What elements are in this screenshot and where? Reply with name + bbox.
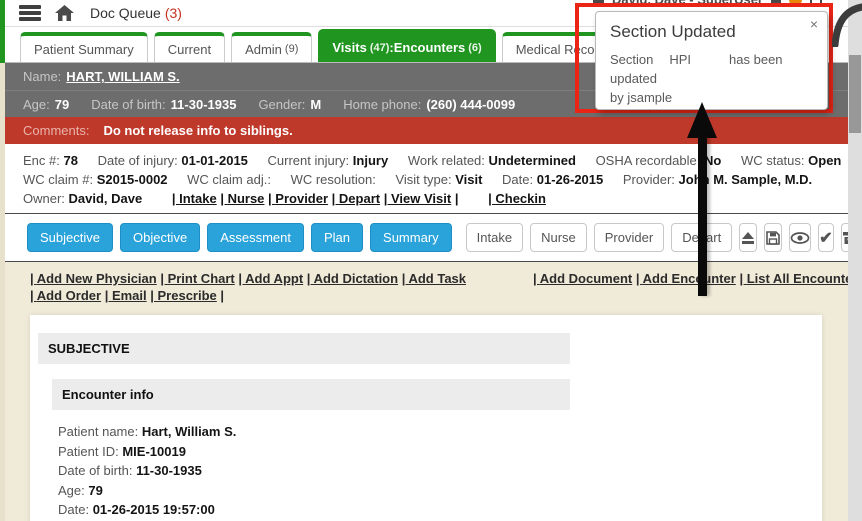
intake-button[interactable]: Intake	[466, 223, 523, 252]
encounter-row-3: Owner: David, Dave Intake Nurse Provider…	[23, 189, 848, 208]
field-patient-name: Patient name: Hart, William S.	[58, 422, 822, 442]
field-date: Date: 01-26-2015 19:57:00	[58, 500, 822, 520]
patient-name-link[interactable]: HART, WILLIAM S.	[66, 69, 179, 84]
close-icon[interactable]: ×	[810, 17, 818, 31]
checkin-link[interactable]: Checkin	[488, 191, 546, 206]
assessment-button[interactable]: Assessment	[207, 223, 304, 252]
view-visit-link[interactable]: View Visit	[384, 191, 451, 206]
tab-visits-encounters[interactable]: Visits(47):Encounters(6)	[318, 29, 495, 62]
plan-button[interactable]: Plan	[311, 223, 363, 252]
note-toolbar: Subjective Objective Assessment Plan Sum…	[5, 214, 848, 262]
annotation-arrow-shaft	[698, 136, 707, 296]
age-label: Age:	[23, 97, 50, 112]
comments-label: Comments:	[23, 123, 89, 138]
gender-label: Gender:	[258, 97, 305, 112]
left-accent-strip-bottom	[0, 63, 5, 521]
email-link[interactable]: Email	[105, 288, 147, 303]
tab-admin[interactable]: Admin(9)	[231, 32, 312, 62]
provider-button[interactable]: Provider	[594, 223, 664, 252]
gender-value: M	[310, 97, 321, 112]
objective-button[interactable]: Objective	[120, 223, 200, 252]
dob-value: 11-30-1935	[171, 97, 237, 112]
popup-title: Section Updated	[610, 22, 815, 42]
nurse-button[interactable]: Nurse	[530, 223, 587, 252]
doc-queue-screen: Doc Queue (3) David, Dave - SuperUser Pa…	[0, 0, 862, 521]
tab-current[interactable]: Current	[154, 32, 225, 62]
left-accent-strip-top	[0, 0, 5, 63]
annotation-arrow-head	[687, 102, 717, 138]
field-age: Age: 79	[58, 481, 822, 501]
add-document-link[interactable]: Add Document	[533, 271, 632, 286]
section-updated-popup: Section Updated × SectionHPIhas been upd…	[595, 11, 828, 110]
owner-value: David, Dave	[69, 191, 143, 206]
page-title: Doc Queue	[90, 5, 161, 21]
print-chart-link[interactable]: Print Chart	[160, 271, 234, 286]
subjective-section-header: SUBJECTIVE	[38, 333, 570, 364]
owner-label: Owner:	[23, 191, 65, 206]
chart-content-area: Add New Physician Print Chart Add Appt A…	[5, 262, 848, 521]
name-label: Name:	[23, 69, 61, 84]
dob-label: Date of birth:	[91, 97, 165, 112]
vertical-scrollbar[interactable]	[848, 0, 862, 521]
preview-eye-icon[interactable]	[789, 223, 811, 252]
check-icon[interactable]: ✔	[818, 223, 833, 252]
popup-body: SectionHPIhas been updated by jsample	[610, 50, 815, 107]
note-panel: SUBJECTIVE Encounter info Patient name: …	[30, 315, 822, 521]
encounter-info-header: Encounter info	[52, 379, 570, 410]
encounter-info-fields: Patient name: Hart, William S. Patient I…	[58, 422, 822, 521]
home-icon[interactable]	[55, 5, 74, 22]
nurse-link[interactable]: Nurse	[220, 191, 264, 206]
encounter-row-1: Enc #: 78 Date of injury: 01-01-2015 Cur…	[23, 151, 848, 170]
field-dob: Date of birth: 11-30-1935	[58, 461, 822, 481]
encounter-row-2: WC claim #: S2015-0002 WC claim adj.: WC…	[23, 170, 848, 189]
add-task-link[interactable]: Add Task	[402, 271, 466, 286]
add-appt-link[interactable]: Add Appt	[238, 271, 303, 286]
summary-button[interactable]: Summary	[370, 223, 452, 252]
phone-value: (260) 444-0099	[426, 97, 515, 112]
hamburger-menu-icon[interactable]	[19, 5, 41, 21]
action-links-row-2: Add Order Email Prescribe |	[30, 287, 848, 304]
eject-icon[interactable]	[739, 223, 757, 252]
annotation-highlight-box: Section Updated × SectionHPIhas been upd…	[575, 3, 833, 113]
add-encounter-link[interactable]: Add Encounter	[636, 271, 736, 286]
add-new-physician-link[interactable]: Add New Physician	[30, 271, 157, 286]
save-icon[interactable]	[764, 223, 782, 252]
cursor-icon	[832, 3, 862, 47]
age-value: 79	[55, 97, 69, 112]
queue-count-badge: (3)	[165, 5, 182, 21]
comments-value: Do not release info to siblings.	[103, 123, 292, 138]
subjective-button[interactable]: Subjective	[27, 223, 113, 252]
encounter-info-section: Enc #: 78 Date of injury: 01-01-2015 Cur…	[5, 144, 848, 214]
prescribe-link[interactable]: Prescribe	[150, 288, 217, 303]
intake-link[interactable]: Intake	[172, 191, 217, 206]
add-order-link[interactable]: Add Order	[30, 288, 101, 303]
tab-patient-summary[interactable]: Patient Summary	[20, 32, 148, 62]
scrollbar-thumb[interactable]	[849, 55, 861, 133]
encounter-stage-links: Intake Nurse Provider Depart View Visit …	[172, 191, 546, 206]
comments-alert-bar: Comments: Do not release info to sibling…	[5, 117, 848, 144]
phone-label: Home phone:	[343, 97, 421, 112]
add-dictation-link[interactable]: Add Dictation	[307, 271, 398, 286]
depart-link[interactable]: Depart	[332, 191, 380, 206]
field-patient-id: Patient ID: MIE-10019	[58, 442, 822, 462]
provider-link[interactable]: Provider	[268, 191, 328, 206]
list-all-encounters-link[interactable]: List All Encounters	[739, 271, 862, 286]
